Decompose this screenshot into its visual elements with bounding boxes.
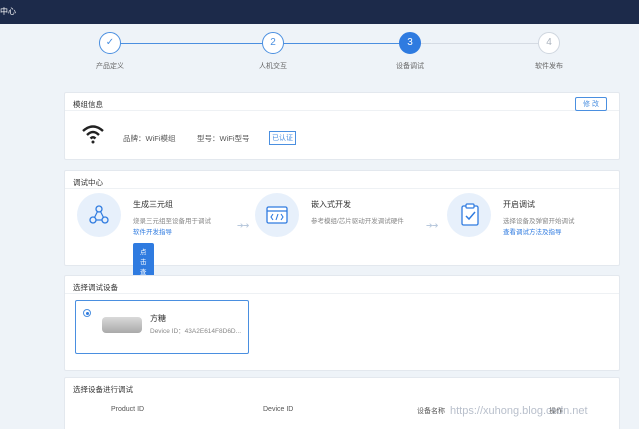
module-info-card: 模组信息 修 改 品牌：WiFi模组 型号：WiFi型号 已认证: [64, 92, 620, 160]
device-option[interactable]: 方糖 Device ID：43A2E614F8D6D...: [75, 300, 249, 354]
arrow-icon: ➔➔: [237, 221, 249, 230]
step-label: 人机交互: [259, 63, 287, 70]
verified-badge: 已认证: [269, 131, 296, 145]
step-software-release[interactable]: 4 软件发布: [509, 32, 589, 71]
module-brand: 品牌：WiFi模组: [123, 134, 176, 143]
debug-step-title: 开启调试: [503, 200, 535, 209]
device-image: [102, 317, 142, 333]
card-title: 模组信息: [65, 93, 619, 111]
step-device-debug[interactable]: 3 设备调试: [370, 32, 450, 71]
device-debug-table-card: 选择设备进行调试 Product ID Device ID 设备名称 操作: [64, 377, 620, 429]
check-icon: ✓: [99, 32, 121, 54]
step-number: 3: [399, 32, 421, 54]
column-header-device-id: Device ID: [263, 406, 294, 413]
wifi-icon: [82, 125, 104, 144]
clipboard-check-icon: [461, 203, 479, 226]
debug-center-card: 调试中心 生成三元组 烧录三元组至设备用于调试 软件开发指导 点击查看 ➔➔ 嵌…: [64, 170, 620, 289]
debug-step-title: 生成三元组: [133, 200, 173, 209]
step-number: 4: [538, 32, 560, 54]
card-title: 选择设备进行调试: [73, 385, 133, 394]
device-radio[interactable]: [83, 309, 91, 317]
software-guide-link[interactable]: 软件开发指导: [133, 226, 172, 236]
network-icon: [89, 205, 109, 224]
step-label: 设备调试: [396, 63, 424, 70]
debug-step-desc: 参考模组/芯片驱动开发调试硬件: [311, 218, 404, 225]
step-label: 产品定义: [96, 63, 124, 70]
column-header-device-name: 设备名称: [417, 408, 445, 415]
device-name: 方糖: [150, 314, 166, 323]
step-label: 软件发布: [535, 63, 563, 70]
select-device-card: 选择调试设备 方糖 Device ID：43A2E614F8D6D...: [64, 275, 620, 371]
debug-step-desc: 选择设备及弹窗开始调试: [503, 218, 575, 225]
card-title: 选择调试设备: [65, 276, 619, 294]
arrow-icon: ➔➔: [426, 221, 438, 230]
step-number: 2: [262, 32, 284, 54]
device-id: Device ID：43A2E614F8D6D...: [150, 328, 242, 335]
watermark: https://xuhong.blog.csdn.net: [450, 405, 588, 417]
debug-step-title: 嵌入式开发: [311, 200, 351, 209]
top-navbar: 中心: [0, 0, 639, 24]
code-window-icon: [266, 206, 288, 224]
column-header-product-id: Product ID: [111, 406, 145, 413]
debug-step-desc: 烧录三元组至设备用于调试: [133, 218, 211, 225]
card-title: 调试中心: [65, 171, 619, 189]
module-model: 型号：WiFi型号: [197, 134, 250, 143]
navbar-title[interactable]: 中心: [0, 6, 16, 17]
step-hmi[interactable]: 2 人机交互: [233, 32, 313, 71]
step-product-definition[interactable]: ✓ 产品定义: [70, 32, 150, 71]
debug-guide-link[interactable]: 查看调试方法及指导: [503, 226, 562, 236]
progress-stepper: ✓ 产品定义 2 人机交互 3 设备调试 4 软件发布: [60, 32, 580, 76]
edit-button[interactable]: 修 改: [575, 97, 607, 111]
